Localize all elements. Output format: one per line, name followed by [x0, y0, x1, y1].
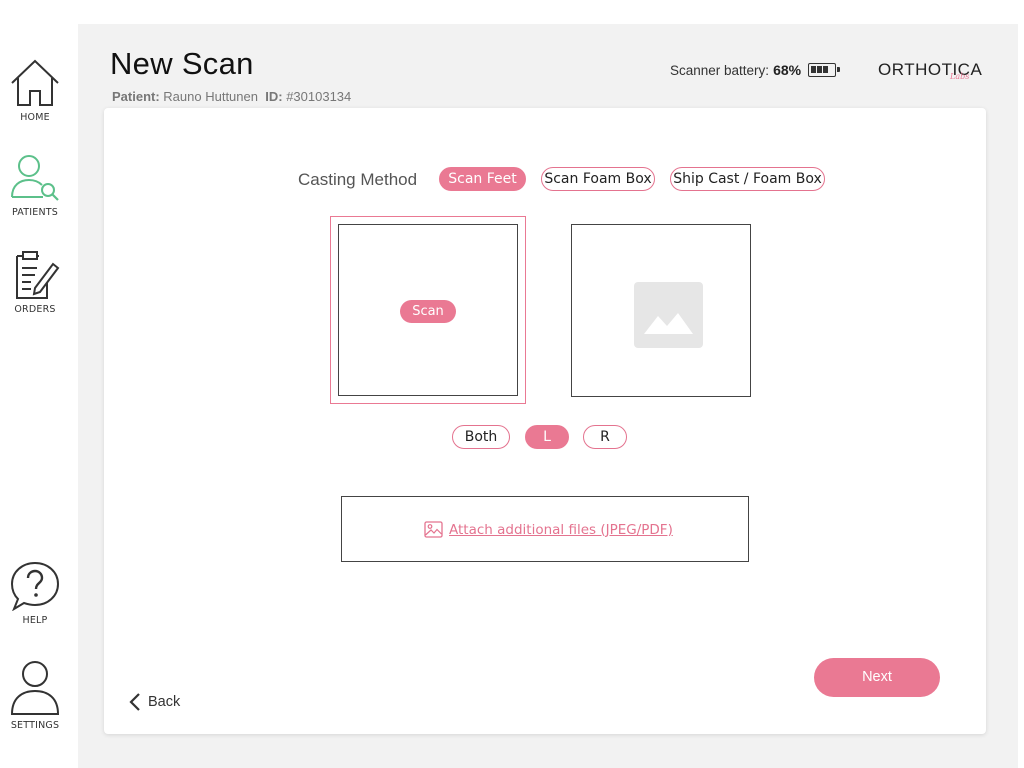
side-option-left[interactable]: L — [525, 425, 569, 449]
casting-option-scan-foam-box[interactable]: Scan Foam Box — [541, 167, 655, 191]
nav-home-label: HOME — [20, 112, 50, 123]
scan-panel: Scan — [330, 216, 526, 404]
patient-info: Patient: Rauno Huttunen ID: #30103134 — [112, 89, 351, 104]
scan-button[interactable]: Scan — [400, 300, 456, 323]
nav-orders[interactable]: ORDERS — [0, 250, 70, 315]
nav-help[interactable]: HELP — [0, 561, 70, 626]
id-label: ID: — [265, 89, 283, 104]
image-icon — [424, 521, 443, 538]
casting-option-scan-feet[interactable]: Scan Feet — [439, 167, 526, 191]
user-search-icon — [11, 155, 59, 201]
page-title: New Scan — [110, 46, 254, 81]
brand-logo-sub: Labs — [950, 72, 970, 81]
battery-icon — [808, 63, 841, 77]
battery-label: Scanner battery: — [670, 62, 770, 78]
chevron-left-icon — [129, 693, 140, 711]
nav-patients[interactable]: PATIENTS — [0, 153, 70, 218]
side-option-right[interactable]: R — [583, 425, 627, 449]
nav-patients-label: PATIENTS — [11, 207, 59, 218]
nav-settings-label: SETTINGS — [10, 720, 60, 731]
sidebar: HOME PATIENTS ORDERS HELP SETTINGS — [0, 0, 78, 768]
patient-id: #30103134 — [286, 89, 352, 104]
back-button[interactable]: Back — [128, 692, 180, 712]
attach-files-box[interactable]: Attach additional files (JPEG/PDF) — [341, 496, 749, 562]
casting-option-ship-cast[interactable]: Ship Cast / Foam Box — [670, 167, 825, 191]
scan-preview-box — [571, 224, 751, 397]
patient-label: Patient: — [112, 89, 160, 104]
nav-help-label: HELP — [22, 615, 48, 626]
casting-method-label: Casting Method — [298, 170, 418, 189]
attach-files-link[interactable]: Attach additional files (JPEG/PDF) — [449, 522, 673, 538]
nav-settings[interactable]: SETTINGS — [0, 660, 70, 731]
user-icon — [10, 661, 60, 715]
home-icon — [11, 59, 59, 106]
nav-home[interactable]: HOME — [0, 58, 70, 123]
scanner-battery: Scanner battery: 68% — [670, 62, 841, 78]
main-area: New Scan Patient: Rauno Huttunen ID: #30… — [78, 24, 1018, 768]
patient-name: Rauno Huttunen — [163, 89, 258, 104]
battery-percent: 68% — [773, 62, 802, 78]
scan-viewport: Scan — [338, 224, 518, 396]
back-label: Back — [148, 694, 181, 710]
next-button[interactable]: Next — [814, 658, 940, 697]
nav-orders-label: ORDERS — [14, 304, 56, 315]
document-edit-icon — [16, 251, 60, 299]
scan-card: Casting Method Scan Feet Scan Foam Box S… — [104, 108, 986, 734]
image-placeholder-icon — [634, 282, 703, 348]
side-option-both[interactable]: Both — [452, 425, 510, 449]
help-bubble-icon — [10, 561, 60, 611]
